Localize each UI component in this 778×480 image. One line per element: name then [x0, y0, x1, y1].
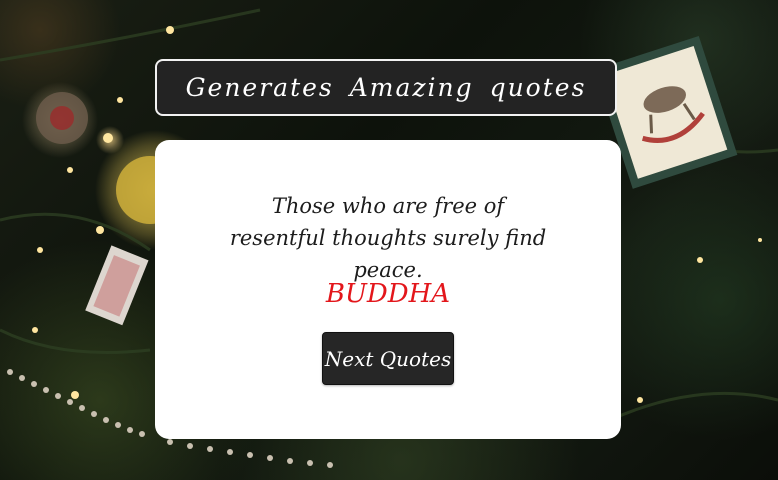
- title-bar: Generates Amazing quotes: [155, 59, 617, 116]
- quote-author: BUDDHA: [325, 279, 451, 309]
- next-quote-button[interactable]: Next Quotes: [322, 332, 454, 385]
- quote-card: Those who are free of resentful thoughts…: [155, 140, 621, 439]
- page-title: Generates Amazing quotes: [185, 73, 587, 102]
- quote-text: Those who are free of resentful thoughts…: [229, 194, 547, 282]
